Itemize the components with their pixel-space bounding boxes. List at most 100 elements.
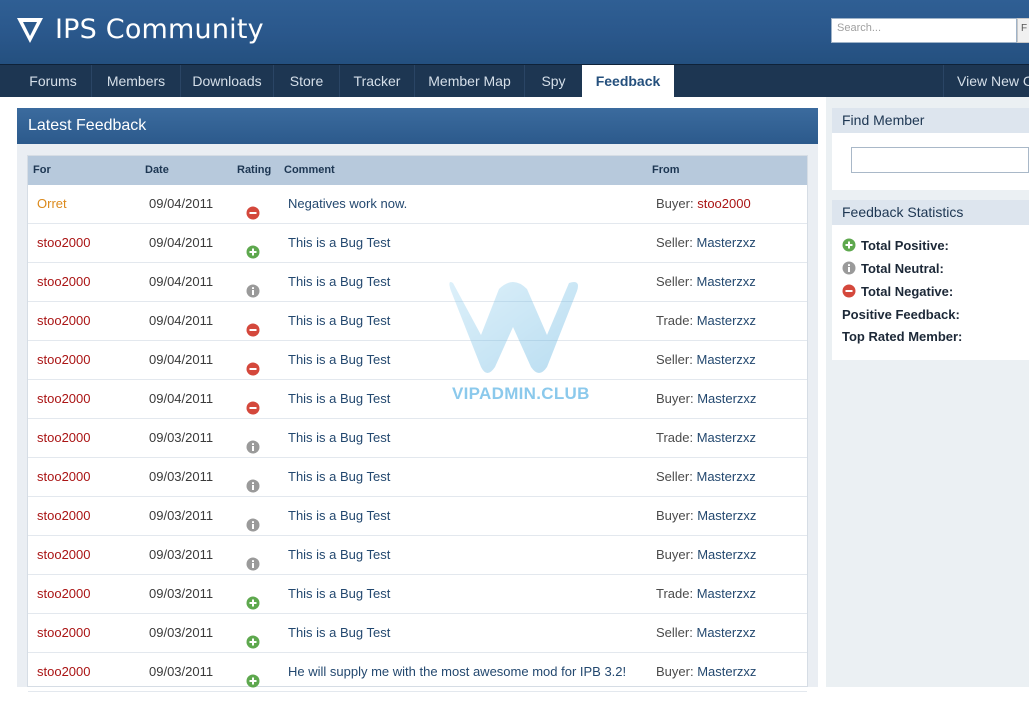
feedback-role: Trade:	[656, 313, 694, 328]
feedback-table: For Date Rating Comment From Orret 09/04/…	[27, 155, 808, 692]
column-header-for[interactable]: For	[33, 156, 51, 185]
logo-icon[interactable]	[16, 16, 44, 44]
negative-rating-icon	[246, 314, 260, 337]
feedback-comment-link[interactable]: This is a Bug Test	[288, 614, 390, 652]
neutral-rating-icon	[246, 548, 260, 571]
feedback-from-link[interactable]: Masterzxz	[697, 664, 756, 679]
column-header-from[interactable]: From	[652, 156, 680, 185]
feedback-from-link[interactable]: Masterzxz	[696, 469, 755, 484]
find-member-block: Find Member	[832, 108, 1029, 190]
neutral-rating-icon	[246, 509, 260, 532]
feedback-date: 09/03/2011	[149, 430, 214, 445]
feedback-for-link[interactable]: stoo2000	[37, 536, 91, 574]
feedback-for-link[interactable]: stoo2000	[37, 458, 91, 496]
feedback-from-link[interactable]: Masterzxz	[697, 508, 756, 523]
stat-total-neutral-label: Total Neutral:	[861, 261, 944, 276]
feedback-from-link[interactable]: Masterzxz	[696, 235, 755, 250]
feedback-comment-link[interactable]: This is a Bug Test	[288, 224, 390, 262]
feedback-from: Seller: Masterzxz	[656, 458, 756, 496]
page-edge	[0, 97, 9, 687]
table-row: stoo2000 09/04/2011 This is a Bug Test Sell…	[28, 263, 807, 302]
feedback-comment-link[interactable]: Negatives work now.	[288, 185, 407, 223]
positive-rating-icon	[246, 626, 260, 649]
feedback-role: Buyer:	[656, 664, 694, 679]
feedback-comment-link[interactable]: This is a Bug Test	[288, 497, 390, 535]
feedback-from-link[interactable]: Masterzxz	[697, 391, 756, 406]
feedback-comment-link[interactable]: This is a Bug Test	[288, 380, 390, 418]
feedback-for-link[interactable]: stoo2000	[37, 653, 91, 691]
feedback-from-link[interactable]: Masterzxz	[697, 313, 756, 328]
nav-forums[interactable]: Forums	[15, 65, 92, 97]
feedback-date: 09/03/2011	[149, 664, 214, 679]
feedback-date: 09/03/2011	[149, 586, 214, 601]
feedback-for-link[interactable]: stoo2000	[37, 302, 91, 340]
feedback-from: Trade: Masterzxz	[656, 419, 756, 457]
nav-member-map[interactable]: Member Map	[415, 65, 525, 97]
positive-rating-icon	[246, 665, 260, 688]
feedback-from-link[interactable]: Masterzxz	[696, 352, 755, 367]
feedback-comment-link[interactable]: This is a Bug Test	[288, 536, 390, 574]
neutral-rating-icon	[246, 431, 260, 454]
stat-top-rated-member: Top Rated Member:	[842, 329, 963, 344]
feedback-date: 09/04/2011	[149, 391, 214, 406]
feedback-for-link[interactable]: stoo2000	[37, 341, 91, 379]
nav-feedback[interactable]: Feedback	[582, 65, 674, 98]
feedback-from-link[interactable]: Masterzxz	[697, 547, 756, 562]
search-input[interactable]: Search...	[831, 18, 1017, 43]
nav-downloads[interactable]: Downloads	[181, 65, 274, 97]
feedback-comment-link[interactable]: This is a Bug Test	[288, 302, 390, 340]
feedback-from: Buyer: Masterzxz	[656, 497, 756, 535]
feedback-from-link[interactable]: Masterzxz	[696, 274, 755, 289]
feedback-for-link[interactable]: stoo2000	[37, 614, 91, 652]
column-header-rating[interactable]: Rating	[237, 156, 271, 185]
feedback-for-link[interactable]: stoo2000	[37, 380, 91, 418]
feedback-from: Buyer: Masterzxz	[656, 536, 756, 574]
positive-rating-icon	[246, 236, 260, 259]
positive-rating-icon	[246, 587, 260, 610]
feedback-comment-link[interactable]: This is a Bug Test	[288, 419, 390, 457]
feedback-comment-link[interactable]: This is a Bug Test	[288, 263, 390, 301]
column-header-date[interactable]: Date	[145, 156, 169, 185]
site-title[interactable]: IPS Community	[55, 14, 264, 45]
feedback-for-link[interactable]: stoo2000	[37, 575, 91, 613]
table-header: For Date Rating Comment From	[28, 156, 807, 185]
feedback-from-link[interactable]: Masterzxz	[697, 586, 756, 601]
feedback-comment-link[interactable]: This is a Bug Test	[288, 341, 390, 379]
feedback-for-link[interactable]: Orret	[37, 185, 67, 223]
feedback-date: 09/03/2011	[149, 625, 214, 640]
feedback-role: Buyer:	[656, 508, 694, 523]
nav-members[interactable]: Members	[92, 65, 181, 97]
main-nav: Forums Members Downloads Store Tracker M…	[0, 64, 1029, 98]
view-new-content-link[interactable]: View New Co	[943, 65, 1029, 97]
feedback-date: 09/03/2011	[149, 469, 214, 484]
nav-spy[interactable]: Spy	[525, 65, 582, 97]
stat-total-positive: Total Positive:	[842, 236, 949, 256]
feedback-for-link[interactable]: stoo2000	[37, 224, 91, 262]
table-row: stoo2000 09/04/2011 This is a Bug Test Buye…	[28, 380, 807, 419]
feedback-for-link[interactable]: stoo2000	[37, 263, 91, 301]
table-row: stoo2000 09/03/2011 This is a Bug Test Buye…	[28, 536, 807, 575]
watermark-text: VIPADMIN.CLUB	[452, 384, 590, 403]
feedback-from: Seller: Masterzxz	[656, 614, 756, 652]
feedback-comment-link[interactable]: He will supply me with the most awesome …	[288, 653, 626, 691]
table-row: stoo2000 09/04/2011 This is a Bug Test Sell…	[28, 224, 807, 263]
feedback-for-link[interactable]: stoo2000	[37, 497, 91, 535]
nav-tracker[interactable]: Tracker	[340, 65, 415, 97]
feedback-comment-link[interactable]: This is a Bug Test	[288, 458, 390, 496]
nav-store[interactable]: Store	[274, 65, 340, 97]
find-member-input[interactable]	[851, 147, 1029, 173]
table-row: stoo2000 09/04/2011 This is a Bug Test Trad…	[28, 302, 807, 341]
feedback-from-link[interactable]: Masterzxz	[697, 430, 756, 445]
negative-rating-icon	[246, 197, 260, 220]
find-member-title: Find Member	[832, 108, 1029, 133]
feedback-role: Seller:	[656, 625, 693, 640]
feedback-for-link[interactable]: stoo2000	[37, 419, 91, 457]
search-button[interactable]: F	[1017, 18, 1029, 43]
feedback-comment-link[interactable]: This is a Bug Test	[288, 575, 390, 613]
negative-icon	[842, 284, 856, 298]
feedback-date: 09/03/2011	[149, 547, 214, 562]
feedback-from-link[interactable]: Masterzxz	[696, 625, 755, 640]
column-header-comment[interactable]: Comment	[284, 156, 335, 185]
feedback-from-link[interactable]: stoo2000	[697, 196, 751, 211]
stat-total-negative-label: Total Negative:	[861, 284, 954, 299]
